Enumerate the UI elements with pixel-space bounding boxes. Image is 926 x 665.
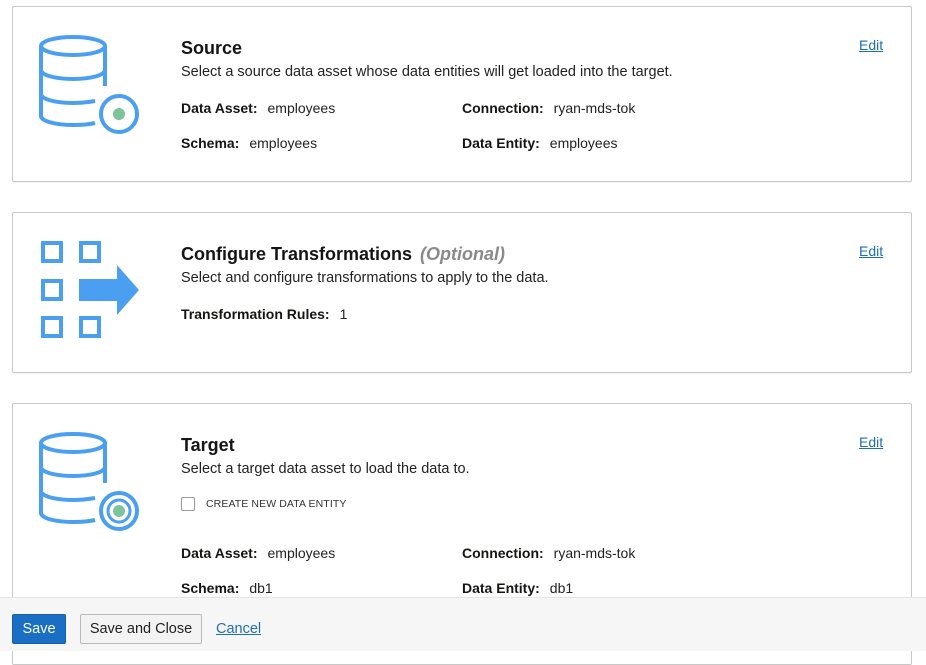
target-data-entity: Data Entity: db1 bbox=[462, 580, 573, 596]
source-data-entity-value: employees bbox=[549, 135, 618, 151]
target-connection: Connection: ryan-mds-tok bbox=[462, 545, 635, 561]
transformation-rules-label: Transformation Rules: bbox=[181, 306, 330, 322]
database-source-icon bbox=[39, 34, 143, 143]
target-data-entity-label: Data Entity: bbox=[462, 580, 540, 596]
target-description: Select a target data asset to load the d… bbox=[181, 461, 470, 477]
source-data-asset: Data Asset: employees bbox=[181, 100, 335, 116]
save-button[interactable]: Save bbox=[12, 614, 66, 644]
transformations-title: Configure Transformations (Optional) bbox=[181, 244, 505, 265]
source-title: Source bbox=[181, 38, 243, 58]
target-schema: Schema: db1 bbox=[181, 580, 273, 596]
optional-label: (Optional) bbox=[420, 244, 506, 264]
create-new-entity-checkbox[interactable] bbox=[181, 497, 195, 511]
footer-bar: Save Save and Close Cancel bbox=[0, 597, 926, 651]
target-connection-value: ryan-mds-tok bbox=[553, 545, 636, 561]
target-data-asset-label: Data Asset: bbox=[181, 545, 258, 561]
transformation-rules: Transformation Rules: 1 bbox=[181, 306, 347, 322]
source-schema-value: employees bbox=[249, 135, 318, 151]
save-and-close-button[interactable]: Save and Close bbox=[80, 614, 202, 644]
transformation-rules-value: 1 bbox=[339, 306, 348, 322]
target-data-asset: Data Asset: employees bbox=[181, 545, 335, 561]
source-schema-label: Schema: bbox=[181, 135, 240, 151]
target-data-asset-value: employees bbox=[267, 545, 336, 561]
source-data-entity: Data Entity: employees bbox=[462, 135, 618, 151]
target-connection-label: Connection: bbox=[462, 545, 544, 561]
transformations-title-text: Configure Transformations bbox=[181, 244, 413, 264]
source-description: Select a source data asset whose data en… bbox=[181, 64, 673, 80]
transformations-edit-link[interactable]: Edit bbox=[859, 243, 883, 259]
source-data-asset-value: employees bbox=[267, 100, 336, 116]
transform-arrow-icon bbox=[41, 241, 143, 346]
target-data-entity-value: db1 bbox=[549, 580, 574, 596]
transformations-card: Configure Transformations (Optional) Sele… bbox=[12, 212, 912, 373]
source-card: Source Select a source data asset whose … bbox=[12, 6, 912, 182]
source-data-entity-label: Data Entity: bbox=[462, 135, 540, 151]
source-schema: Schema: employees bbox=[181, 135, 317, 151]
source-edit-link[interactable]: Edit bbox=[859, 37, 883, 53]
target-schema-value: db1 bbox=[249, 580, 273, 596]
cancel-link[interactable]: Cancel bbox=[216, 621, 261, 637]
source-connection: Connection: ryan-mds-tok bbox=[462, 100, 635, 116]
transformations-description: Select and configure transformations to … bbox=[181, 270, 549, 286]
create-new-entity-row[interactable]: CREATE NEW DATA ENTITY bbox=[181, 497, 346, 511]
source-connection-label: Connection: bbox=[462, 100, 544, 116]
target-edit-link[interactable]: Edit bbox=[859, 434, 883, 450]
target-title: Target bbox=[181, 435, 235, 455]
source-data-asset-label: Data Asset: bbox=[181, 100, 258, 116]
create-new-entity-label: CREATE NEW DATA ENTITY bbox=[206, 498, 347, 510]
source-connection-value: ryan-mds-tok bbox=[553, 100, 636, 116]
target-schema-label: Schema: bbox=[181, 580, 240, 596]
database-target-icon bbox=[39, 431, 143, 540]
